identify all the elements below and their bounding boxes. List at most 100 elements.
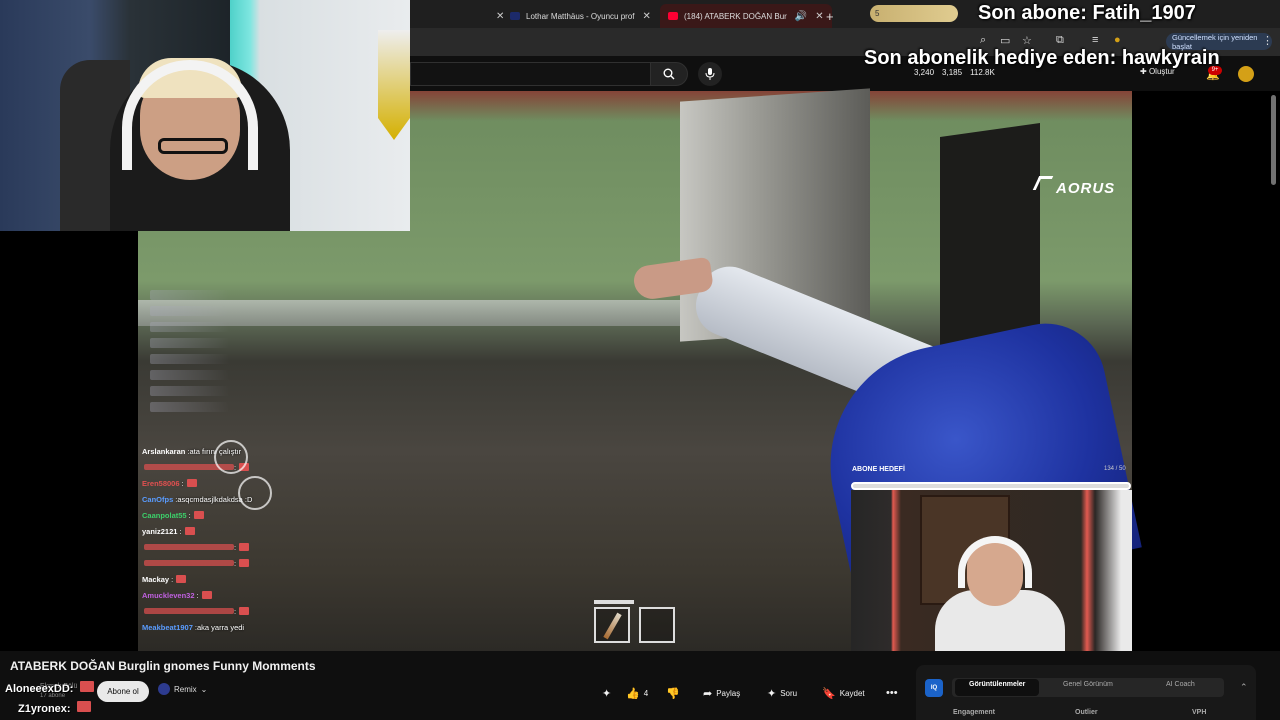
panel-footer-outlier: Outlier bbox=[1075, 709, 1098, 716]
cast-icon[interactable]: ▭ bbox=[1000, 34, 1010, 47]
pennant bbox=[378, 30, 410, 140]
page-scrollbar[interactable] bbox=[1271, 95, 1276, 185]
chat-message: : bbox=[142, 603, 292, 619]
chat-separator: : bbox=[234, 542, 237, 552]
share-button[interactable]: ➦ Paylaş bbox=[703, 684, 740, 702]
sparkle-icon: ✦ bbox=[767, 687, 777, 700]
subscribe-button[interactable]: Abone ol bbox=[97, 681, 149, 702]
tab-overview[interactable]: Genel Görünüm bbox=[1063, 681, 1113, 688]
chat-separator: : bbox=[196, 590, 199, 600]
emote-icon bbox=[193, 511, 204, 519]
panel-footer-vph: VPH bbox=[1192, 709, 1207, 716]
thumbs-down-icon: 👎 bbox=[666, 687, 680, 700]
close-icon[interactable]: ✕ bbox=[643, 11, 651, 22]
speaker-icon[interactable]: 🔊 bbox=[795, 11, 807, 22]
chat-username-blurred bbox=[144, 544, 234, 550]
profile-icon[interactable]: ● bbox=[1114, 34, 1121, 46]
emote-icon bbox=[186, 479, 197, 487]
chevron-down-icon: ⌄ bbox=[200, 684, 208, 694]
extensions-icon[interactable]: ⧉ bbox=[1056, 34, 1064, 47]
chat-username: Mackay bbox=[142, 574, 170, 584]
sub-goal-progress bbox=[851, 482, 1131, 490]
chat-faded-history bbox=[150, 290, 230, 430]
tab-favicon bbox=[510, 12, 520, 20]
chat-message: Caanpolat55 : bbox=[142, 507, 292, 523]
chat-username: Arslankaran bbox=[142, 446, 186, 456]
emote-icon bbox=[176, 575, 187, 583]
chat-separator: : bbox=[171, 574, 174, 584]
chat-separator: : bbox=[234, 558, 237, 568]
share-icon: ➦ bbox=[703, 687, 713, 700]
last-gift-text: Son abonelik hediye eden: hawkyrain bbox=[864, 47, 1220, 69]
chevron-up-icon[interactable]: ⌃ bbox=[1240, 682, 1248, 693]
menu-kebab-icon[interactable]: ⋮ bbox=[1262, 34, 1273, 47]
new-tab-button[interactable]: + bbox=[818, 4, 842, 28]
chat-username: yaniz2121 bbox=[142, 526, 178, 536]
chat-separator: : bbox=[179, 526, 182, 536]
chat-message: Mackay : bbox=[142, 571, 292, 587]
avatar[interactable] bbox=[1238, 66, 1254, 82]
emote-icon bbox=[184, 527, 195, 535]
tab-label: (184) ATABERK DOĞAN Bur bbox=[684, 11, 787, 21]
zoom-icon[interactable]: ⌕ bbox=[980, 34, 986, 47]
sub-goal-count: 134 / 50 bbox=[1104, 466, 1126, 472]
chat-username-blurred bbox=[144, 608, 234, 614]
ask-button[interactable]: ✦ Soru bbox=[767, 684, 797, 702]
hotbar-slot-2 bbox=[639, 607, 675, 643]
search-button[interactable] bbox=[650, 62, 688, 86]
iq-badge[interactable]: IQ bbox=[925, 679, 943, 697]
search-icon bbox=[663, 68, 675, 80]
click-ring-icon bbox=[238, 476, 272, 510]
emote-icon bbox=[239, 559, 250, 567]
tab-views[interactable]: Görüntülenmeler bbox=[969, 681, 1025, 688]
more-icon: ••• bbox=[886, 687, 898, 699]
chat-message: Amuckleven32 : bbox=[142, 587, 292, 603]
emote-icon bbox=[239, 607, 250, 615]
video-title: ATABERK DOĞAN Burglin gnomes Funny Momme… bbox=[10, 659, 316, 673]
voice-search-button[interactable] bbox=[698, 62, 722, 86]
hotbar-indicator bbox=[594, 600, 634, 604]
save-button[interactable]: 🔖 Kaydet bbox=[822, 684, 865, 702]
more-button[interactable]: ••• bbox=[886, 684, 898, 702]
bottom-chat-line: AloneeexDD: bbox=[5, 681, 94, 695]
chat-message: yaniz2121 : bbox=[142, 523, 292, 539]
chat-username: Amuckleven32 bbox=[142, 590, 195, 600]
overlay-goal-bar: 5 bbox=[870, 5, 958, 22]
chat-separator: : bbox=[188, 510, 191, 520]
bottom-chat-line: Z1yronex: bbox=[18, 701, 91, 715]
chat-text: aka yarra yedi bbox=[196, 622, 245, 632]
microphone-icon bbox=[705, 68, 715, 80]
chat-username: Eren58006 bbox=[142, 478, 180, 488]
clip-button[interactable]: ✦ bbox=[602, 684, 611, 702]
remix-icon bbox=[158, 683, 170, 695]
sponsor-logo: AORUS bbox=[1056, 180, 1116, 197]
emote-icon bbox=[201, 591, 212, 599]
like-button[interactable]: 👍 4 bbox=[626, 684, 648, 702]
playlist-icon[interactable]: ≡ bbox=[1092, 34, 1098, 46]
chat-message: Meakbeat1907 : aka yarra yedi bbox=[142, 619, 292, 635]
chat-separator: : bbox=[234, 606, 237, 616]
emote-icon bbox=[239, 543, 250, 551]
chat-username: Meakbeat1907 bbox=[142, 622, 193, 632]
bookmark-star-icon[interactable]: ☆ bbox=[1022, 34, 1032, 47]
emote-icon bbox=[79, 681, 94, 692]
tab-label: Lothar Matthäus - Oyuncu prof bbox=[526, 11, 635, 21]
remix-button[interactable]: Remix ⌄ bbox=[158, 683, 207, 695]
hotbar-slot-1 bbox=[594, 607, 630, 643]
click-ring-icon bbox=[214, 440, 248, 474]
emote-icon bbox=[76, 701, 91, 712]
thumbs-up-icon: 👍 bbox=[626, 687, 640, 700]
glasses bbox=[158, 138, 228, 154]
last-subscriber-text: Son abone: Fatih_1907 bbox=[978, 2, 1196, 24]
dislike-button[interactable]: 👎 bbox=[666, 684, 680, 702]
chat-message: : bbox=[142, 539, 292, 555]
search-input[interactable] bbox=[410, 62, 650, 86]
tab-ai-coach[interactable]: AI Coach bbox=[1166, 681, 1195, 688]
panel-footer-engagement: Engagement bbox=[953, 709, 996, 716]
tab-youtube[interactable]: (184) ATABERK DOĞAN Bur 🔊 ✕ bbox=[660, 4, 832, 28]
chat-username: CanOfps bbox=[142, 494, 174, 504]
tab-lothar[interactable]: Lothar Matthäus - Oyuncu prof ✕ bbox=[502, 4, 659, 28]
sparkle-icon: ✦ bbox=[602, 687, 612, 700]
bookmark-icon: 🔖 bbox=[822, 687, 836, 700]
chat-separator: : bbox=[181, 478, 184, 488]
